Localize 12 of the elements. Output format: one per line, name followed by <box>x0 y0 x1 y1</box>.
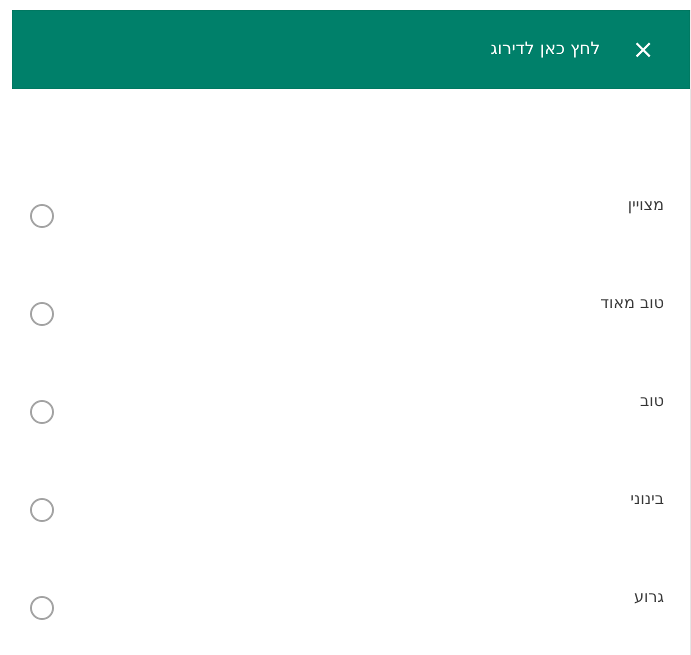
option-label: טוב מאוד <box>600 292 664 314</box>
option-label: טוב <box>640 390 664 412</box>
panel-title: לחץ כאן לדירוג <box>490 38 600 61</box>
radio-button[interactable] <box>30 498 54 522</box>
radio-button[interactable] <box>30 302 54 326</box>
close-button[interactable]: × <box>632 36 654 62</box>
option-label: בינוני <box>630 488 664 510</box>
option-label: מצויין <box>628 194 664 216</box>
option-label: גרוע <box>634 586 664 608</box>
radio-button[interactable] <box>30 204 54 228</box>
radio-button[interactable] <box>30 400 54 424</box>
radio-button[interactable] <box>30 596 54 620</box>
